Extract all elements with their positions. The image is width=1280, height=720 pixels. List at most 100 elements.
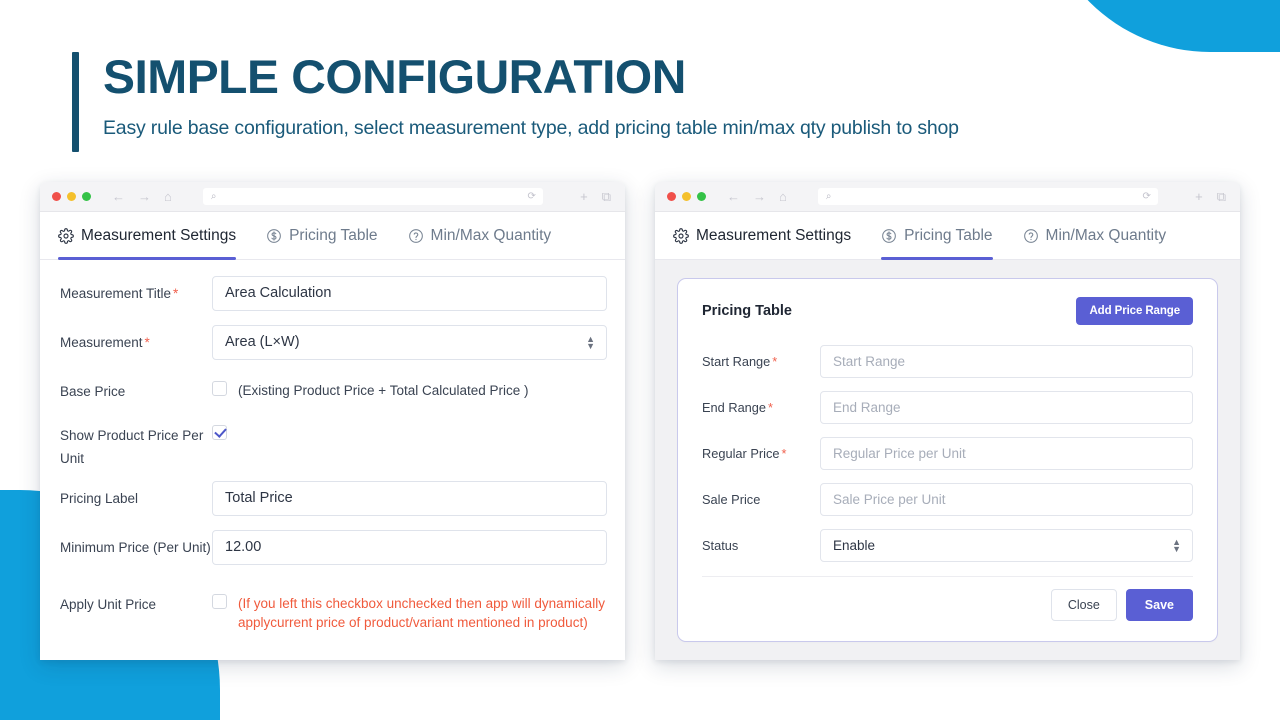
field-label: Base Price (60, 374, 212, 404)
browser-nav-buttons: ← → ⌂ (727, 190, 787, 203)
maximize-window-dot[interactable] (697, 192, 706, 201)
question-circle-icon (408, 228, 424, 244)
tab-pricing-table[interactable]: Pricing Table (881, 212, 994, 260)
field-label: Regular Price * (702, 446, 820, 461)
show-product-price-checkbox[interactable] (212, 424, 227, 440)
tab-label: Pricing Table (289, 226, 378, 244)
reload-icon[interactable]: ⟳ (1142, 191, 1150, 202)
heading-accent-bar (72, 52, 79, 152)
address-bar[interactable]: ⌕ ⟳ (817, 188, 1158, 205)
save-button[interactable]: Save (1125, 589, 1193, 621)
tabs-overview-icon[interactable]: ⧉ (602, 189, 611, 205)
forward-icon[interactable]: → (753, 190, 766, 203)
browser-chrome-right: ← → ⌂ ⌕ ⟳ + ⧉ (655, 182, 1240, 212)
back-icon[interactable]: ← (727, 190, 740, 203)
tab-label: Min/Max Quantity (1045, 226, 1167, 244)
pricing-label-input[interactable]: Total Price (212, 480, 607, 516)
field-label: Measurement Title * (60, 276, 212, 306)
home-icon[interactable]: ⌂ (164, 190, 172, 203)
field-label: End Range * (702, 400, 820, 415)
minimize-window-dot[interactable] (67, 192, 76, 201)
new-tab-icon[interactable]: + (1195, 189, 1203, 205)
tab-min-max-quantity[interactable]: Min/Max Quantity (408, 212, 552, 260)
gear-icon (58, 227, 74, 244)
select-stepper-icon: ▲ ▼ (586, 333, 595, 351)
base-price-note: (Existing Product Price + Total Calculat… (238, 383, 529, 398)
label-text: End Range (702, 400, 767, 415)
hero-heading: SIMPLE CONFIGURATION Easy rule base conf… (72, 52, 959, 152)
page-title: SIMPLE CONFIGURATION (103, 50, 686, 103)
pricing-table-card: Pricing Table Add Price Range Start Rang… (677, 278, 1218, 642)
question-circle-icon (1023, 228, 1039, 244)
close-window-dot[interactable] (667, 192, 676, 201)
label-text: Base Price (60, 384, 126, 399)
address-bar[interactable]: ⌕ ⟳ (202, 188, 543, 205)
field-row-start-range: Start Range * Start Range (702, 345, 1193, 378)
field-row-base-price: Base Price (Existing Product Price + Tot… (60, 374, 607, 404)
measurement-title-input[interactable]: Area Calculation (212, 276, 607, 311)
pricing-table-panel: Pricing Table Add Price Range Start Rang… (655, 260, 1240, 660)
tab-label: Pricing Table (904, 226, 993, 244)
label-text: Regular Price (702, 446, 780, 461)
browser-chrome-actions: + ⧉ (580, 189, 613, 205)
maximize-window-dot[interactable] (82, 192, 91, 201)
measurement-settings-form: Measurement Title * Area Calculation Meas… (40, 260, 625, 660)
start-range-input[interactable]: Start Range (820, 345, 1193, 378)
minimum-price-input[interactable]: 12.00 (212, 529, 607, 565)
app-tabbar-right: Measurement Settings Pricing Table Min/M… (655, 212, 1240, 260)
traffic-lights (667, 192, 706, 201)
field-label: Apply Unit Price (60, 596, 157, 612)
dollar-circle-icon (881, 228, 897, 244)
apply-unit-price-checkbox[interactable] (212, 593, 227, 609)
label-text: Measurement (60, 335, 143, 350)
back-icon[interactable]: ← (112, 190, 125, 203)
end-range-input[interactable]: End Range (820, 391, 1193, 424)
tab-measurement-settings[interactable]: Measurement Settings (673, 212, 851, 260)
gear-icon (673, 227, 689, 244)
regular-price-input[interactable]: Regular Price per Unit (820, 437, 1193, 470)
field-label: Minimum Price (Per Unit) (60, 539, 211, 555)
select-stepper-icon: ▲ ▼ (1172, 536, 1181, 554)
decorative-blob-top-right (1040, 0, 1280, 52)
browser-chrome-left: ← → ⌂ ⌕ ⟳ + ⧉ (40, 182, 625, 212)
required-asterisk: * (768, 400, 774, 415)
card-title: Pricing Table (702, 303, 792, 319)
home-icon[interactable]: ⌂ (779, 190, 787, 203)
minimize-window-dot[interactable] (682, 192, 691, 201)
field-label: Pricing Label (60, 490, 139, 506)
search-icon: ⌕ (825, 191, 832, 202)
card-actions: Close Save (702, 589, 1193, 621)
field-row-end-range: End Range * End Range (702, 391, 1193, 424)
poster-canvas: SIMPLE CONFIGURATION Easy rule base conf… (0, 0, 1280, 720)
measurement-select[interactable]: Area (L×W) (212, 325, 607, 360)
required-asterisk: * (772, 354, 778, 369)
page-subtitle: Easy rule base configuration, select mea… (103, 117, 959, 140)
forward-icon[interactable]: → (138, 190, 151, 203)
tab-pricing-table[interactable]: Pricing Table (266, 212, 378, 260)
tabs-overview-icon[interactable]: ⧉ (1217, 189, 1226, 205)
field-label: Show Product Price Per Unit (60, 427, 204, 467)
add-price-range-button[interactable]: Add Price Range (1076, 297, 1193, 325)
field-row-status: Status Enable ▲ ▼ (702, 529, 1193, 562)
field-label: Sale Price (702, 492, 761, 507)
dollar-circle-icon (266, 228, 282, 244)
field-label: Status (702, 538, 739, 553)
tab-label: Measurement Settings (81, 226, 237, 244)
status-select[interactable]: Enable (820, 529, 1193, 562)
close-button[interactable]: Close (1050, 589, 1117, 621)
base-price-checkbox[interactable] (212, 381, 227, 396)
browser-chrome-actions: + ⧉ (1195, 189, 1228, 205)
sale-price-input[interactable]: Sale Price per Unit (820, 483, 1193, 516)
new-tab-icon[interactable]: + (580, 189, 588, 205)
field-row-minimum-price: Minimum Price (Per Unit) 12.00 (60, 529, 607, 565)
reload-icon[interactable]: ⟳ (527, 191, 535, 202)
field-row-apply-unit-price: Apply Unit Price (If you left this check… (60, 587, 607, 633)
required-asterisk: * (173, 286, 179, 301)
tab-min-max-quantity[interactable]: Min/Max Quantity (1023, 212, 1167, 260)
close-window-dot[interactable] (52, 192, 61, 201)
required-asterisk: * (781, 446, 787, 461)
required-asterisk: * (144, 335, 150, 350)
tab-label: Min/Max Quantity (430, 226, 552, 244)
traffic-lights (52, 192, 91, 201)
tab-measurement-settings[interactable]: Measurement Settings (58, 212, 237, 260)
